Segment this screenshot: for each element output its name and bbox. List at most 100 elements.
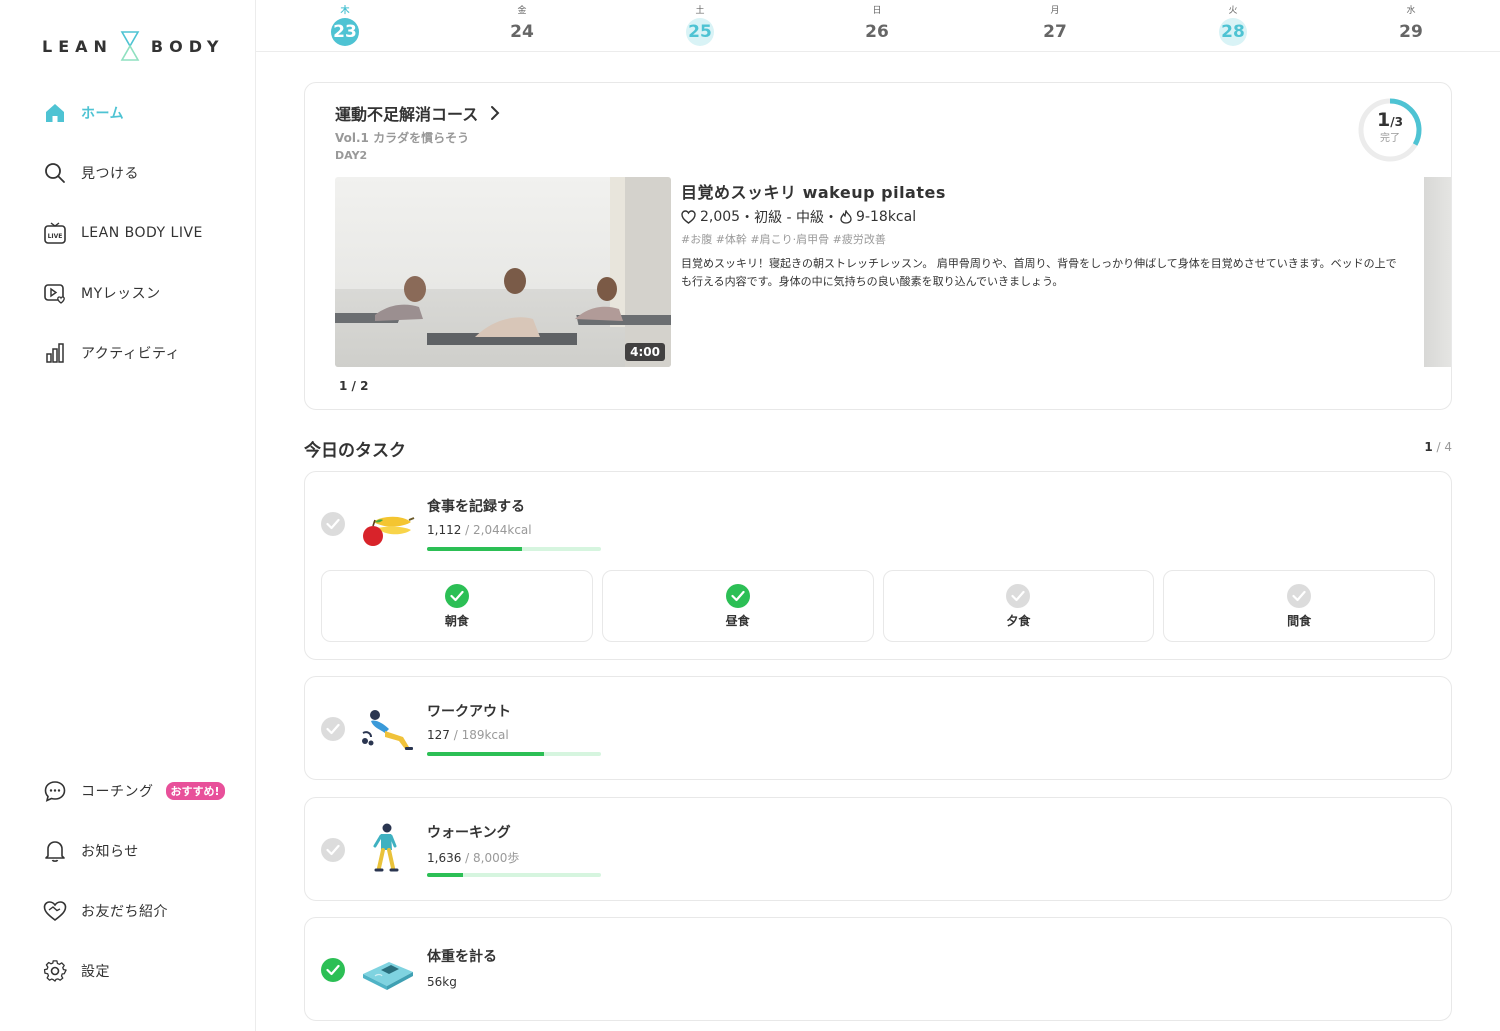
day-number: 29 [1399, 22, 1423, 42]
sidebar-item-notifications[interactable]: お知らせ [42, 836, 139, 866]
lesson-description: 目覚めスッキリ！寝起きの朝ストレッチレッスン。 肩甲骨周りや、首周り、背骨をしっ… [681, 257, 1397, 288]
lesson-level: ・初級 - 中級・ [740, 210, 839, 226]
hourglass-logo-icon [120, 31, 140, 61]
next-lesson-thumbnail[interactable] [1424, 177, 1451, 367]
sidebar-item-label: 設定 [81, 964, 110, 980]
check-circle-icon[interactable] [321, 512, 345, 536]
date-item[interactable]: 日 26 [857, 5, 897, 46]
task-target-value: / 8,000歩 [461, 851, 520, 865]
lesson-likes: 2,005 [700, 209, 741, 225]
check-circle-icon[interactable] [321, 717, 345, 741]
check-circle-icon[interactable] [321, 838, 345, 862]
course-title-link[interactable]: 運動不足解消コース [335, 101, 500, 125]
sidebar-item-settings[interactable]: 設定 [42, 956, 110, 986]
recommended-badge: おすすめ! [165, 782, 225, 800]
home-icon [42, 100, 68, 126]
tasks-count-done: 1 [1424, 440, 1433, 454]
sidebar-item-coaching[interactable]: コーチング おすすめ! [42, 776, 225, 806]
meal-button-dinner[interactable]: 夕食 [882, 570, 1155, 642]
sidebar-item-label: ホーム [81, 106, 125, 122]
course-progress-ring: 1/3 完了 [1357, 97, 1423, 163]
lesson-tags: #お腹 #体幹 #肩こり·肩甲骨 #疲労改善 [681, 233, 886, 246]
task-progress-bar [427, 873, 601, 877]
walking-illustration-icon [373, 823, 399, 872]
task-progress-bar [427, 752, 601, 756]
task-target-value: / 189kcal [449, 728, 509, 742]
task-current-value: 1,112 [427, 523, 462, 537]
progress-label: 完了 [1380, 133, 1400, 144]
date-item[interactable]: 金 24 [502, 5, 542, 46]
bar-chart-icon [42, 340, 68, 366]
sidebar-item-label: 見つける [81, 166, 139, 182]
lesson-duration: 4:00 [625, 343, 665, 361]
brand-logo[interactable]: LEAN BODY [42, 30, 224, 62]
course-day: DAY2 [335, 149, 368, 162]
lesson-thumbnail[interactable]: 4:00 [335, 177, 671, 367]
sidebar-item-activity[interactable]: アクティビティ [42, 338, 180, 368]
lesson-title[interactable]: 目覚めスッキリ wakeup pilates [681, 179, 946, 203]
meal-label: 昼食 [725, 614, 750, 628]
date-item[interactable]: 木 23 [325, 5, 365, 46]
day-number: 27 [1043, 22, 1067, 42]
day-of-week: 水 [1406, 6, 1416, 16]
my-lesson-icon [42, 280, 68, 306]
task-card-meal-log[interactable]: 食事を記録する 1,112 / 2,044kcal 朝食 昼食 夕食 間食 [304, 471, 1452, 660]
task-value: 127 / 189kcal [427, 728, 509, 742]
progress-done: 1 [1377, 109, 1391, 131]
task-target-value: / 2,044kcal [461, 523, 532, 537]
lesson-kcal: 9-18kcal [856, 209, 917, 225]
tasks-count: 1 / 4 [1424, 440, 1452, 454]
date-item[interactable]: 月 27 [1035, 5, 1075, 46]
meal-button-lunch[interactable]: 昼食 [601, 570, 874, 642]
sidebar-item-my-lessons[interactable]: MYレッスン [42, 278, 161, 308]
task-value: 1,636 / 8,000歩 [427, 849, 519, 866]
task-value: 56kg [427, 975, 457, 989]
day-number: 28 [1219, 18, 1247, 46]
search-icon [42, 160, 68, 186]
task-card-workout[interactable]: ワークアウト 127 / 189kcal [304, 676, 1452, 780]
day-of-week: 木 [340, 6, 350, 16]
task-current-value: 56kg [427, 975, 457, 989]
date-item[interactable]: 水 29 [1391, 5, 1431, 46]
check-circle-icon[interactable] [321, 958, 345, 982]
sidebar-item-home[interactable]: ホーム [42, 98, 124, 128]
sidebar-item-label: お友だち紹介 [81, 904, 168, 920]
brand-word-right: BODY [150, 36, 225, 56]
day-number: 23 [331, 18, 359, 46]
task-current-value: 1,636 [427, 851, 462, 865]
tasks-heading: 今日のタスク [304, 441, 406, 461]
check-circle-icon [1287, 584, 1312, 608]
task-card-walking[interactable]: ウォーキング 1,636 / 8,000歩 [304, 797, 1452, 901]
day-number: 24 [510, 22, 534, 42]
task-name: ウォーキング [427, 825, 511, 841]
gear-icon [42, 958, 68, 984]
sidebar-item-label: コーチング [81, 784, 154, 800]
sidebar-item-label: LEAN BODY LIVE [81, 225, 203, 241]
day-of-week: 日 [872, 6, 882, 16]
heart-handshake-icon [42, 898, 68, 924]
sidebar-item-live[interactable]: LIVE LEAN BODY LIVE [42, 218, 203, 248]
sidebar-item-refer-friends[interactable]: お友だち紹介 [42, 896, 168, 926]
meal-label: 間食 [1287, 614, 1312, 628]
date-item[interactable]: 火 28 [1213, 5, 1253, 46]
day-number: 25 [686, 18, 714, 46]
date-item[interactable]: 土 25 [680, 5, 720, 46]
chevron-right-icon [491, 106, 500, 120]
live-tv-icon: LIVE [42, 220, 68, 246]
tasks-count-total: / 4 [1432, 440, 1453, 454]
day-number: 26 [865, 22, 889, 42]
heart-icon[interactable] [681, 210, 696, 224]
fruit-illustration-icon [363, 516, 415, 546]
task-current-value: 127 [427, 728, 450, 742]
day-of-week: 土 [695, 6, 705, 16]
course-card: 運動不足解消コース Vol.1 カラダを慣らそう DAY2 1/3 完了 4:0… [304, 82, 1452, 410]
task-name: 食事を記録する [427, 499, 525, 515]
check-circle-icon [725, 584, 750, 608]
sidebar-item-discover[interactable]: 見つける [42, 158, 139, 188]
meal-button-breakfast[interactable]: 朝食 [321, 570, 593, 642]
meal-label: 夕食 [1006, 614, 1031, 628]
meal-button-snack[interactable]: 間食 [1163, 570, 1435, 642]
task-card-weight[interactable]: 体重を計る 56kg [304, 917, 1452, 1021]
lesson-thumbnail-image [335, 177, 671, 367]
scale-illustration-icon [363, 962, 413, 990]
